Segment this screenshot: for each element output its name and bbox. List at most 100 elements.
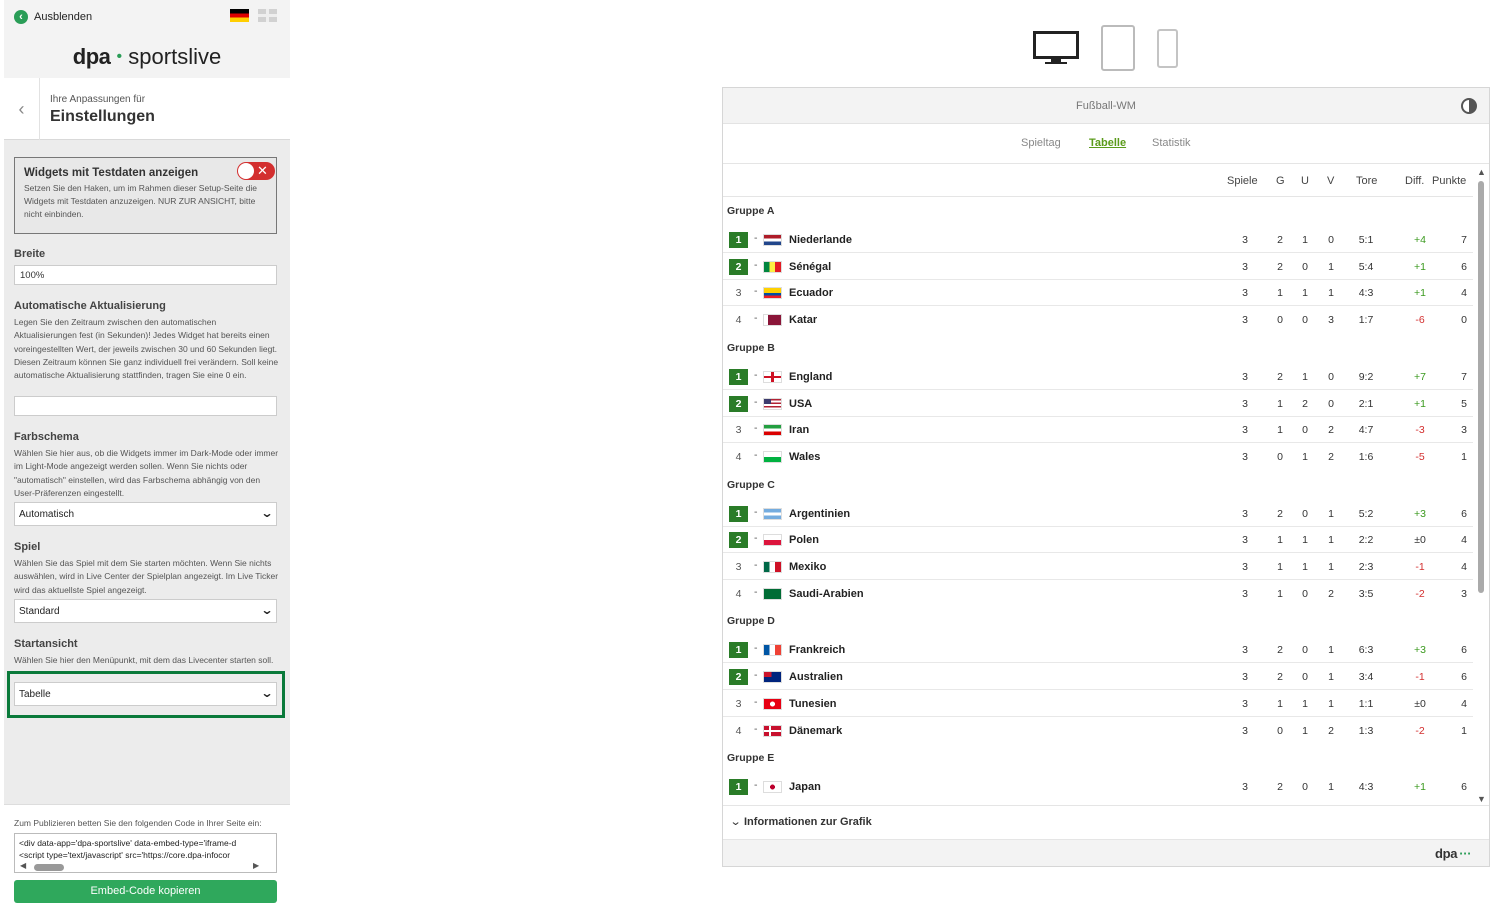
col-diff: Diff. [1405, 175, 1425, 187]
team-name[interactable]: Wales [789, 451, 820, 463]
team-name[interactable]: Iran [789, 424, 809, 436]
cell-points: 1 [1461, 724, 1467, 737]
team-name[interactable]: England [789, 371, 832, 383]
team-name[interactable]: Frankreich [789, 644, 845, 656]
table-row[interactable]: 1- Niederlande 3 2 1 0 5:1 +4 7 [723, 227, 1473, 253]
cell-diff: +4 [1414, 234, 1426, 246]
test-data-toggle[interactable]: ✕ [237, 162, 275, 180]
tab-statistik[interactable]: Statistik [1152, 137, 1191, 149]
tab-tabelle[interactable]: Tabelle [1089, 137, 1126, 149]
cell-points: 6 [1461, 671, 1467, 684]
table-row[interactable]: 4- Wales 3 0 1 2 1:6 -5 1 [723, 444, 1473, 470]
team-name[interactable]: Japan [789, 781, 821, 793]
cell-sp: 3 [1242, 587, 1248, 600]
cell-points: 6 [1461, 507, 1467, 520]
cell-points: 3 [1461, 424, 1467, 437]
cell-sp: 3 [1242, 671, 1248, 684]
english-flag-icon[interactable] [258, 9, 277, 22]
cell-sp: 3 [1242, 370, 1248, 383]
tablet-icon[interactable] [1101, 25, 1135, 71]
team-name[interactable]: Australien [789, 671, 843, 683]
contrast-toggle-icon[interactable] [1461, 98, 1477, 114]
scroll-right-icon[interactable]: ▶ [253, 861, 259, 870]
table-row[interactable]: 1- England 3 2 1 0 9:2 +7 7 [723, 364, 1473, 390]
standings-table: Gruppe A 1- Niederlande 3 2 1 0 5:1 +4 7 2- Sénégal… [723, 197, 1473, 804]
team-name[interactable]: Dänemark [789, 725, 842, 737]
hide-button[interactable]: ‹ Ausblenden [14, 10, 92, 24]
info-toggle[interactable]: ⌄ Informationen zur Grafik [723, 805, 1489, 839]
start-view-select[interactable]: Tabelle ⌄ [14, 682, 277, 706]
team-name[interactable]: USA [789, 398, 812, 410]
table-row[interactable]: 2- Polen 3 1 1 1 2:2 ±0 4 [723, 527, 1473, 554]
scrollbar-thumb[interactable] [1478, 181, 1484, 593]
code-scrollbar[interactable]: ◀ ▶ [20, 861, 275, 872]
team-name[interactable]: Mexiko [789, 561, 826, 573]
scheme-select-value: Automatisch [19, 509, 75, 520]
flag-mx-icon [763, 561, 782, 573]
cell-v: 1 [1328, 671, 1334, 684]
table-row[interactable]: 3- Ecuador 3 1 1 1 4:3 +1 4 [723, 280, 1473, 307]
team-name[interactable]: Polen [789, 534, 819, 546]
cell-diff: +1 [1414, 781, 1426, 794]
sidebar-topbar: ‹ Ausblenden dpa • sportslive [4, 0, 290, 78]
game-select[interactable]: Standard ⌄ [14, 599, 277, 623]
trend-indicator: - [754, 368, 758, 381]
team-name[interactable]: Saudi-Arabien [789, 588, 864, 600]
scheme-select[interactable]: Automatisch ⌄ [14, 502, 277, 526]
cell-sp: 3 [1242, 781, 1248, 794]
tab-spieltag[interactable]: Spieltag [1021, 137, 1061, 149]
scroll-up-icon[interactable]: ▲ [1477, 167, 1486, 177]
cell-points: 6 [1461, 781, 1467, 794]
cell-v: 1 [1328, 697, 1334, 710]
table-row[interactable]: 1- Argentinien 3 2 0 1 5:2 +3 6 [723, 501, 1473, 527]
cell-sp: 3 [1242, 561, 1248, 573]
flag-jp-icon [763, 781, 782, 794]
table-row[interactable]: 2- USA 3 1 2 0 2:1 +1 5 [723, 391, 1473, 417]
game-select-value: Standard [19, 606, 60, 617]
cell-v: 1 [1328, 507, 1334, 520]
scrollbar-thumb[interactable] [34, 864, 64, 871]
copy-embed-code-button[interactable]: Embed-Code kopieren [14, 880, 277, 903]
cell-diff: -3 [1415, 424, 1425, 437]
team-name[interactable]: Sénégal [789, 261, 831, 273]
refresh-description: Legen Sie den Zeitraum zwischen den auto… [14, 317, 279, 381]
desktop-icon[interactable] [1033, 31, 1079, 65]
phone-icon[interactable] [1157, 29, 1178, 68]
flag-sa-icon [763, 587, 782, 600]
refresh-input[interactable] [14, 396, 277, 416]
cell-points: 6 [1461, 260, 1467, 273]
cell-diff: +3 [1414, 644, 1426, 657]
table-row[interactable]: 3- Tunesien 3 1 1 1 1:1 ±0 4 [723, 691, 1473, 717]
team-name[interactable]: Niederlande [789, 234, 852, 246]
width-input[interactable]: 100% [14, 265, 277, 285]
back-button[interactable]: ‹ [4, 78, 40, 140]
table-row[interactable]: 4- Katar 3 0 0 3 1:7 -6 0 [723, 307, 1473, 333]
table-row[interactable]: 2- Australien 3 2 0 1 3:4 -1 6 [723, 664, 1473, 691]
table-row[interactable]: 2- Sénégal 3 2 0 1 5:4 +1 6 [723, 254, 1473, 280]
table-row[interactable]: 1- Frankreich 3 2 0 1 6:3 +3 6 [723, 637, 1473, 664]
col-punkte: Punkte [1432, 175, 1467, 187]
table-scrollbar[interactable]: ▲ ▼ [1476, 167, 1486, 804]
dpa-sportslive-logo: dpa • sportslive [4, 44, 290, 70]
scroll-down-icon[interactable]: ▼ [1477, 794, 1486, 804]
scroll-left-icon[interactable]: ◀ [20, 861, 26, 870]
team-name[interactable]: Argentinien [789, 508, 850, 520]
table-row[interactable]: 4- Dänemark 3 0 1 2 1:3 -2 1 [723, 718, 1473, 744]
group-title: Gruppe C [727, 478, 775, 491]
team-name[interactable]: Ecuador [789, 287, 833, 299]
table-row[interactable]: 1- Japan 3 2 0 1 4:3 +1 6 [723, 774, 1473, 800]
team-name[interactable]: Katar [789, 314, 817, 326]
cell-tore: 1:7 [1358, 314, 1374, 327]
cell-sp: 3 [1242, 287, 1248, 300]
rank-badge: 1 [729, 232, 748, 248]
flag-ir-icon [763, 424, 782, 437]
col-v: V [1327, 175, 1335, 187]
cell-points: 7 [1461, 234, 1467, 246]
german-flag-icon[interactable] [230, 9, 249, 22]
table-row[interactable]: 3- Mexiko 3 1 1 1 2:3 -1 4 [723, 554, 1473, 580]
team-name[interactable]: Tunesien [789, 698, 836, 710]
cell-tore: 2:1 [1358, 397, 1374, 410]
cell-tore: 5:4 [1358, 260, 1374, 273]
table-row[interactable]: 4- Saudi-Arabien 3 1 0 2 3:5 -2 3 [723, 581, 1473, 607]
table-row[interactable]: 3- Iran 3 1 0 2 4:7 -3 3 [723, 417, 1473, 444]
